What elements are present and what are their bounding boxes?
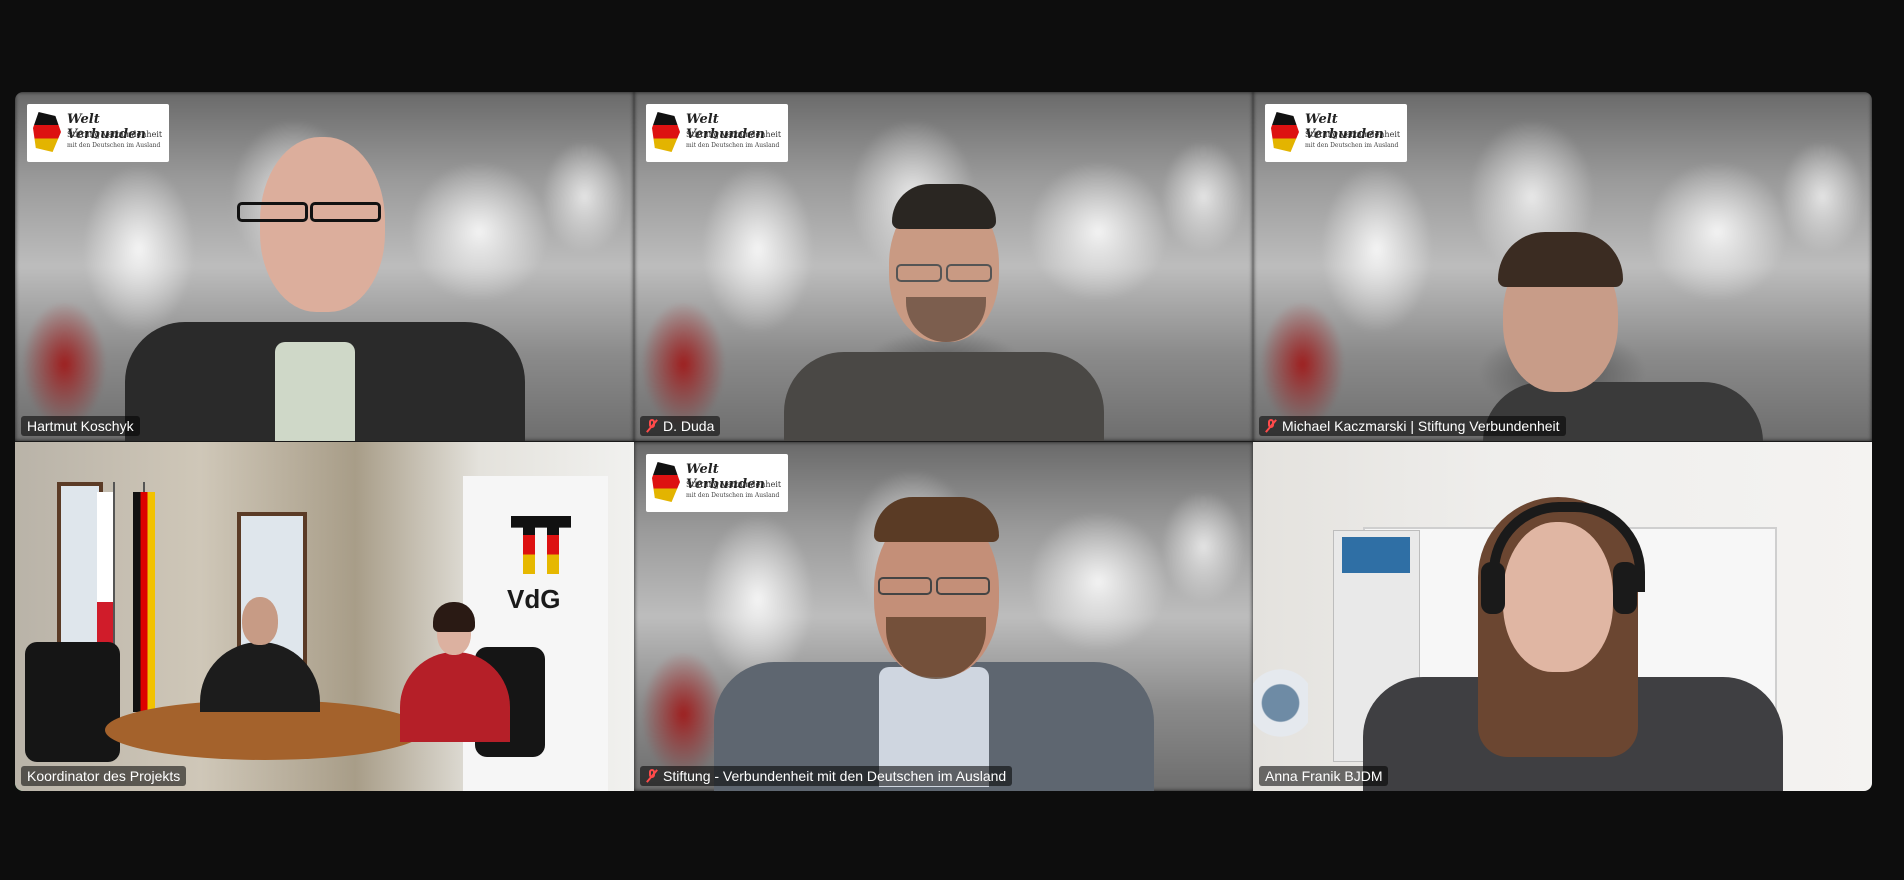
logo-line2: mit den Deutschen im Ausland [67,142,161,149]
foundation-logo: Welt Verbunden Stiftung Verbundenheit mi… [646,104,788,162]
video-tile-stiftung[interactable]: Welt Verbunden Stiftung Verbundenheit mi… [634,442,1253,791]
logo-mark-icon [652,462,680,502]
participant-name-label: Anna Franik BJDM [1259,766,1389,786]
logo-line1: Stiftung Verbundenheit [67,130,163,139]
logo-line2: mit den Deutschen im Ausland [686,492,780,499]
participant-name-label: Michael Kaczmarski | Stiftung Verbundenh… [1259,416,1566,436]
video-tile-michael-kaczmarski[interactable]: Welt Verbunden Stiftung Verbundenheit mi… [1253,92,1872,441]
participant-name: Koordinator des Projekts [27,768,181,784]
participant-name: Anna Franik BJDM [1265,768,1383,784]
chair [25,642,120,762]
video-tile-anna-franik[interactable]: Anna Franik BJDM [1253,442,1872,791]
participant-name-label: Hartmut Koschyk [21,416,140,436]
microphone-muted-icon [646,769,658,783]
foundation-logo: Welt Verbunden Stiftung Verbundenheit mi… [27,104,169,162]
desk-fan [1253,667,1308,757]
logo-line2: mit den Deutschen im Ausland [686,142,780,149]
logo-line1: Stiftung Verbundenheit [686,130,782,139]
participant-name: Michael Kaczmarski | Stiftung Verbundenh… [1282,418,1560,434]
logo-line1: Stiftung Verbundenheit [1305,130,1401,139]
video-grid: Welt Verbunden Stiftung Verbundenheit mi… [15,92,1872,791]
video-tile-koordinator[interactable]: VdG Koordinator des Projekts [15,442,634,791]
participant-name-label: Koordinator des Projekts [21,766,187,786]
participant-name-label: Stiftung - Verbundenheit mit den Deutsch… [640,766,1013,786]
microphone-muted-icon [646,419,658,433]
participant-name: Stiftung - Verbundenheit mit den Deutsch… [663,768,1007,784]
vdg-logo-icon [511,516,571,574]
video-tile-hartmut-koschyk[interactable]: Welt Verbunden Stiftung Verbundenheit mi… [15,92,634,441]
logo-mark-icon [652,112,680,152]
logo-mark-icon [33,112,61,152]
participant-name-label: D. Duda [640,416,721,436]
video-tile-d-duda[interactable]: Welt Verbunden Stiftung Verbundenheit mi… [634,92,1253,441]
microphone-muted-icon [1265,419,1277,433]
logo-line1: Stiftung Verbundenheit [686,480,782,489]
vdg-title: VdG [507,584,561,614]
foundation-logo: Welt Verbunden Stiftung Verbundenheit mi… [646,454,788,512]
participant-name: D. Duda [663,418,715,434]
flag-germany [133,492,155,712]
logo-line2: mit den Deutschen im Ausland [1305,142,1399,149]
foundation-logo: Welt Verbunden Stiftung Verbundenheit mi… [1265,104,1407,162]
participant-name: Hartmut Koschyk [27,418,134,434]
logo-mark-icon [1271,112,1299,152]
